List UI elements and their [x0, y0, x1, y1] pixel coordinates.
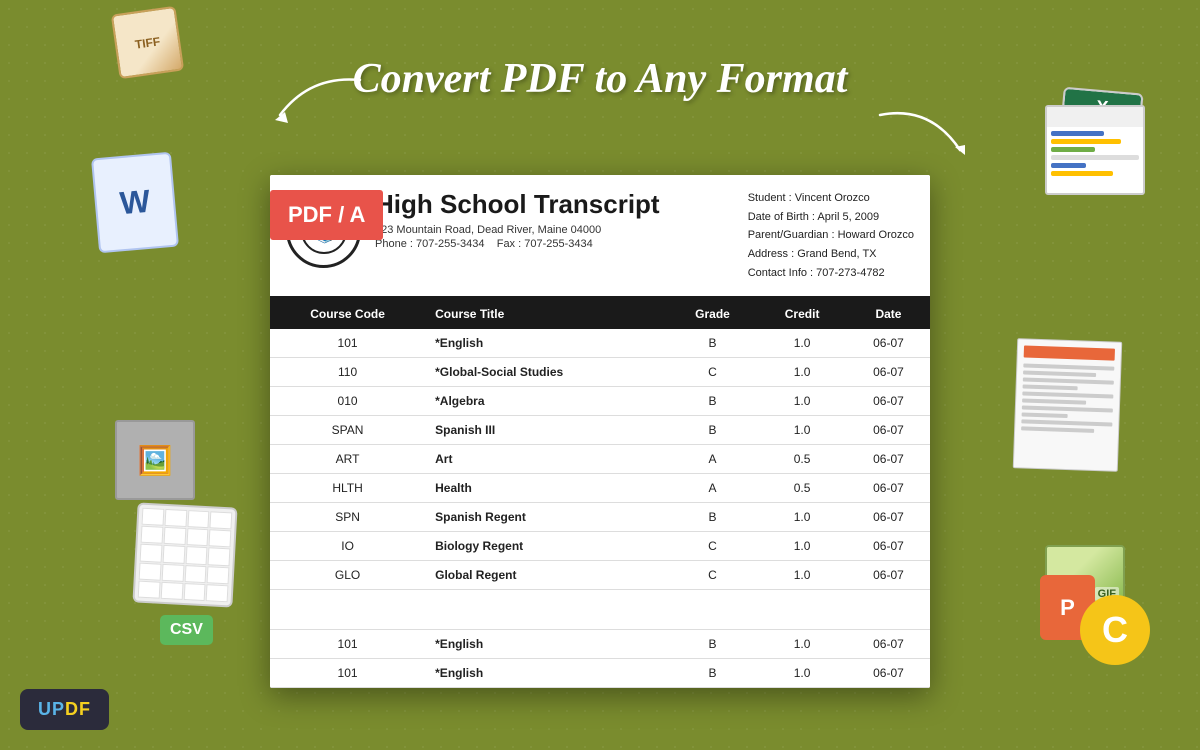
transcript-title: High School Transcript	[375, 189, 734, 220]
word-icon: W	[91, 152, 179, 254]
school-address: 123 Mountain Road, Dead River, Maine 040…	[375, 224, 734, 236]
col-course-code: Course Code	[270, 299, 425, 329]
arrow-right	[860, 95, 980, 175]
table-row: ARTArtA0.506-07	[270, 445, 930, 474]
table-row: SPANSpanish IIIB1.006-07	[270, 416, 930, 445]
table-row: 010*AlgebraB1.006-07	[270, 387, 930, 416]
col-date: Date	[847, 299, 930, 329]
table-row: HLTHHealthA0.506-07	[270, 474, 930, 503]
student-dob: Date of Birth : April 5, 2009	[748, 208, 914, 227]
table-row	[270, 590, 930, 630]
student-contact: Contact Info : 707-273-4782	[748, 264, 914, 283]
col-course-title: Course Title	[425, 299, 668, 329]
spreadsheet-icon	[132, 502, 237, 607]
student-address: Address : Grand Bend, TX	[748, 245, 914, 264]
col-credit: Credit	[757, 299, 847, 329]
school-phone-fax: Phone : 707-255-3434 Fax : 707-255-3434	[375, 238, 734, 250]
topright-doc-icon	[1045, 105, 1145, 195]
left-sticker-icon: 🖼️	[115, 420, 195, 500]
arrow-left	[260, 70, 380, 130]
transcript-document: ⭐ 📚 High School Transcript 123 Mountain …	[270, 175, 930, 688]
pdf-badge: PDF / A	[270, 190, 383, 240]
table-row: 101*EnglishB1.006-07	[270, 329, 930, 358]
tiff-icon: TIFF	[111, 6, 184, 79]
student-guardian: Parent/Guardian : Howard Orozco	[748, 226, 914, 245]
csv-icon: CSV	[160, 615, 213, 645]
c-icon: C	[1080, 595, 1150, 665]
table-row: 101*EnglishB1.006-07	[270, 659, 930, 688]
table-row: IOBiology RegentC1.006-07	[270, 532, 930, 561]
student-name: Student : Vincent Orozco	[748, 189, 914, 208]
right-doc-icon	[1013, 338, 1122, 472]
transcript-table: Course Code Course Title Grade Credit Da…	[270, 299, 930, 688]
school-info: High School Transcript 123 Mountain Road…	[375, 189, 734, 252]
col-grade: Grade	[668, 299, 758, 329]
student-info: Student : Vincent Orozco Date of Birth :…	[748, 189, 914, 282]
updf-badge: UPDF	[20, 689, 109, 730]
table-row: SPNSpanish RegentB1.006-07	[270, 503, 930, 532]
hero-title: Convert PDF to Any Format	[353, 55, 848, 103]
table-row: 110*Global-Social StudiesC1.006-07	[270, 358, 930, 387]
table-body: 101*EnglishB1.006-07110*Global-Social St…	[270, 329, 930, 688]
table-row: 101*EnglishB1.006-07	[270, 630, 930, 659]
table-row: GLOGlobal RegentC1.006-07	[270, 561, 930, 590]
table-header-row: Course Code Course Title Grade Credit Da…	[270, 299, 930, 329]
